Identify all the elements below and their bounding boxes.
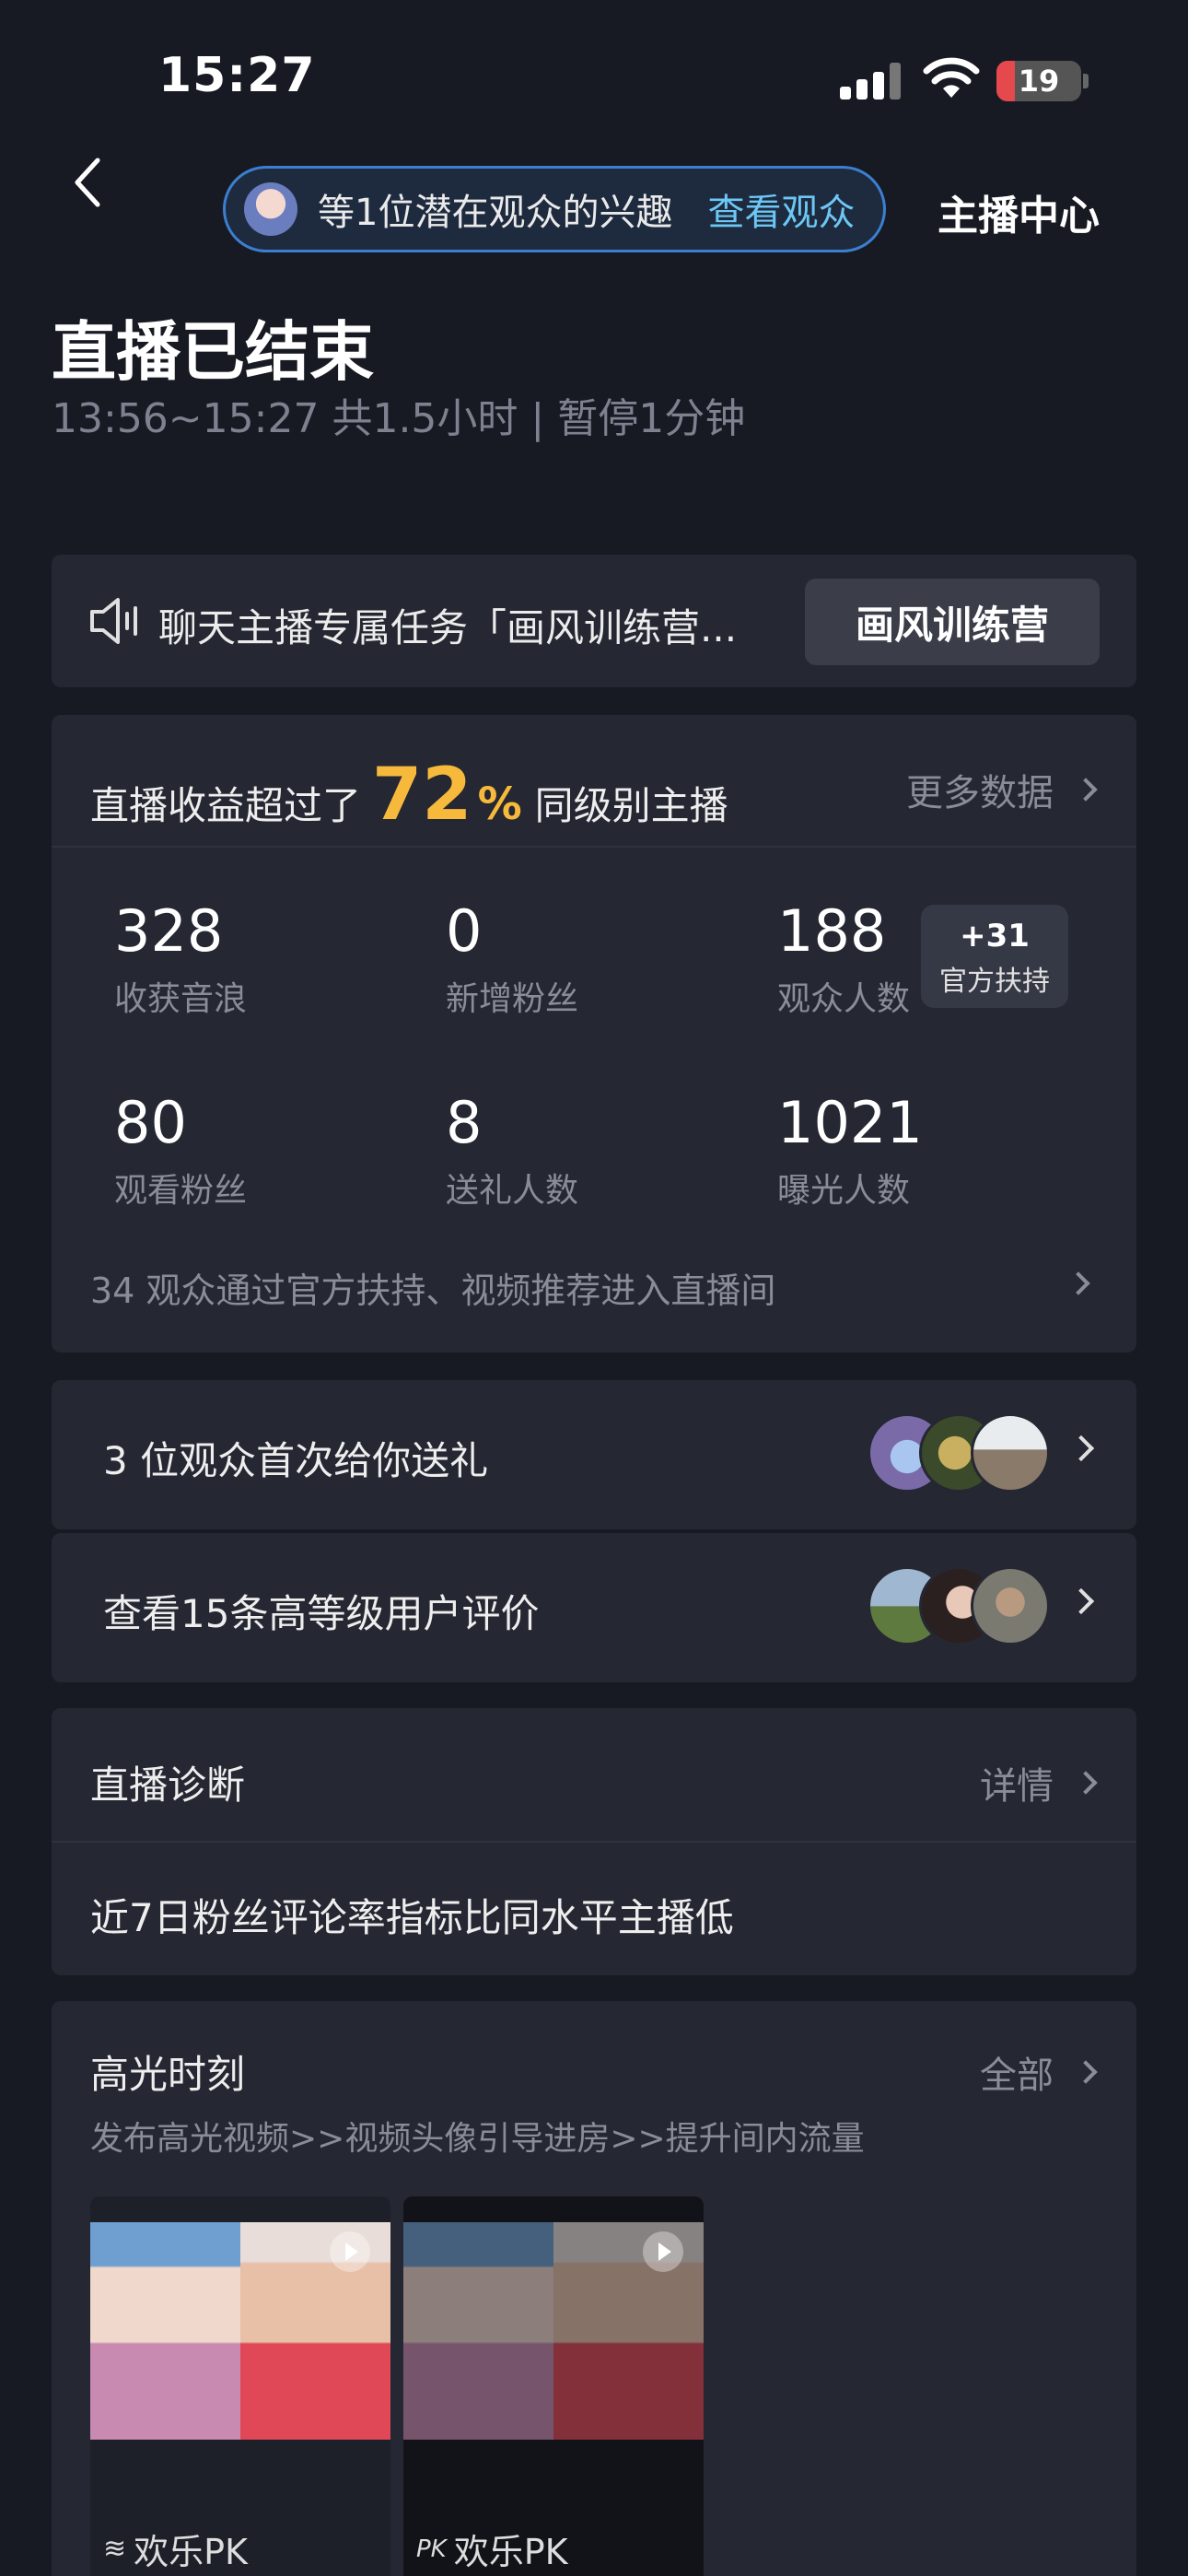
first-gift-text: 3 位观众首次给你送礼 bbox=[103, 1438, 489, 1483]
stat-value: 188 bbox=[777, 897, 887, 965]
speaker-icon bbox=[90, 598, 137, 644]
diagnosis-text: 近7日粉丝评论率指标比同水平主播低 bbox=[90, 1895, 734, 1940]
details-label: 详情 bbox=[980, 1765, 1054, 1808]
diagnosis-details-link[interactable]: 详情 bbox=[980, 1756, 1098, 1809]
stat-watching-fans: 80 观看粉丝 bbox=[114, 1089, 247, 1212]
more-data-link[interactable]: 更多数据 bbox=[906, 763, 1098, 816]
clip-caption-text: 欢乐PK bbox=[453, 2532, 568, 2572]
task-description: 聊天主播专属任务「画风训练营... bbox=[158, 605, 738, 650]
stat-label: 观众人数 bbox=[777, 980, 911, 1018]
percent-sign: % bbox=[477, 779, 522, 830]
banner-text: 等1位潜在观众的兴趣 bbox=[318, 192, 673, 234]
diagnosis-title: 直播诊断 bbox=[90, 1762, 246, 1808]
page-title: 直播已结束 bbox=[52, 314, 374, 390]
anchor-center-link[interactable]: 主播中心 bbox=[938, 182, 1100, 241]
battery-level: 19 bbox=[1018, 64, 1060, 99]
task-card[interactable]: 聊天主播专属任务「画风训练营... 画风训练营 bbox=[52, 555, 1136, 687]
battery-cap bbox=[1083, 74, 1089, 88]
thumbnail-left bbox=[403, 2222, 553, 2440]
all-label: 全部 bbox=[980, 2055, 1054, 2097]
official-support-badge: +31 官方扶持 bbox=[921, 905, 1068, 1008]
live-duration: 13:56~15:27 共1.5小时 | 暂停1分钟 bbox=[52, 395, 746, 442]
play-icon[interactable] bbox=[643, 2231, 683, 2272]
back-arrow-icon[interactable] bbox=[64, 155, 112, 210]
reviewer-avatars bbox=[868, 1566, 1050, 1647]
stat-value: 1021 bbox=[777, 1089, 923, 1156]
clip-caption-text: 欢乐PK bbox=[134, 2532, 248, 2572]
wifi-icon bbox=[923, 57, 980, 98]
stat-label: 送礼人数 bbox=[446, 1172, 579, 1210]
thumbnail-left bbox=[90, 2222, 240, 2440]
chevron-right-icon bbox=[1067, 1434, 1095, 1462]
pk-icon: PK bbox=[416, 2535, 447, 2563]
battery-icon: 19 bbox=[996, 61, 1081, 101]
training-camp-button[interactable]: 画风训练营 bbox=[805, 579, 1100, 665]
stats-card: 直播收益超过了 72 % 同级别主播 更多数据 328 收获音浪 0 新增粉丝 … bbox=[52, 715, 1136, 1352]
play-icon[interactable] bbox=[330, 2231, 370, 2272]
gifter-avatars bbox=[868, 1413, 1050, 1494]
chevron-right-icon bbox=[1074, 2060, 1098, 2084]
stat-gift-senders: 8 送礼人数 bbox=[446, 1089, 578, 1212]
stat-viewers: 188 观众人数 bbox=[777, 897, 910, 1020]
view-audience-link[interactable]: 查看观众 bbox=[707, 182, 855, 236]
clip-caption: ≋ 欢乐PK bbox=[103, 2523, 248, 2574]
diagnosis-card[interactable]: 直播诊断 详情 近7日粉丝评论率指标比同水平主播低 bbox=[52, 1708, 1136, 1975]
user-reviews-row[interactable]: 查看15条高等级用户评价 bbox=[52, 1533, 1136, 1682]
stat-sound-waves: 328 收获音浪 bbox=[114, 897, 247, 1020]
chevron-right-icon bbox=[1074, 778, 1098, 802]
badge-value: +31 bbox=[960, 918, 1030, 954]
stat-impressions: 1021 曝光人数 bbox=[777, 1089, 923, 1212]
stat-value: 8 bbox=[446, 1089, 483, 1156]
chevron-right-icon bbox=[1067, 1587, 1095, 1615]
highlights-title: 高光时刻 bbox=[90, 2052, 246, 2097]
highlights-subtitle: 发布高光视频>>视频头像引导进房>>提升间内流量 bbox=[90, 2120, 865, 2158]
highlight-clip[interactable]: ≋ 欢乐PK bbox=[90, 2196, 390, 2576]
revenue-percent: 72 bbox=[372, 754, 472, 837]
highlight-clip[interactable]: PK 欢乐PK bbox=[403, 2196, 704, 2576]
chevron-right-icon bbox=[1066, 1271, 1090, 1295]
divider bbox=[52, 846, 1136, 848]
stat-value: 80 bbox=[114, 1089, 187, 1156]
divider bbox=[52, 1841, 1136, 1843]
potential-audience-banner[interactable]: 等1位潜在观众的兴趣 查看观众 bbox=[223, 166, 886, 252]
revenue-suffix: 同级别主播 bbox=[534, 783, 728, 828]
status-time: 15:27 bbox=[158, 48, 316, 103]
more-data-label: 更多数据 bbox=[906, 772, 1054, 814]
stat-value: 0 bbox=[446, 897, 483, 965]
revenue-rank: 直播收益超过了 72 % 同级别主播 bbox=[90, 754, 728, 837]
stat-value: 328 bbox=[114, 897, 224, 965]
clip-caption: PK 欢乐PK bbox=[416, 2523, 568, 2574]
revenue-prefix: 直播收益超过了 bbox=[90, 783, 362, 828]
stat-label: 观看粉丝 bbox=[114, 1172, 248, 1210]
stat-label: 新增粉丝 bbox=[446, 980, 579, 1018]
traffic-source-note[interactable]: 34 观众通过官方扶持、视频推荐进入直播间 bbox=[90, 1262, 775, 1313]
stat-label: 收获音浪 bbox=[114, 980, 248, 1018]
badge-label: 官方扶持 bbox=[939, 966, 1050, 998]
highlights-all-link[interactable]: 全部 bbox=[980, 2045, 1098, 2099]
user-reviews-text: 查看15条高等级用户评价 bbox=[103, 1591, 540, 1636]
first-gift-row[interactable]: 3 位观众首次给你送礼 bbox=[52, 1380, 1136, 1529]
viewer-avatar bbox=[244, 182, 297, 236]
stat-label: 曝光人数 bbox=[777, 1172, 911, 1210]
layers-icon: ≋ bbox=[103, 2533, 127, 2565]
highlights-card: 高光时刻 全部 发布高光视频>>视频头像引导进房>>提升间内流量 ≋ 欢乐PK … bbox=[52, 2001, 1136, 2576]
avatar bbox=[971, 1413, 1050, 1493]
cellular-signal-icon bbox=[840, 63, 903, 100]
chevron-right-icon bbox=[1074, 1771, 1098, 1795]
stat-new-followers: 0 新增粉丝 bbox=[446, 897, 578, 1020]
avatar bbox=[971, 1566, 1050, 1645]
